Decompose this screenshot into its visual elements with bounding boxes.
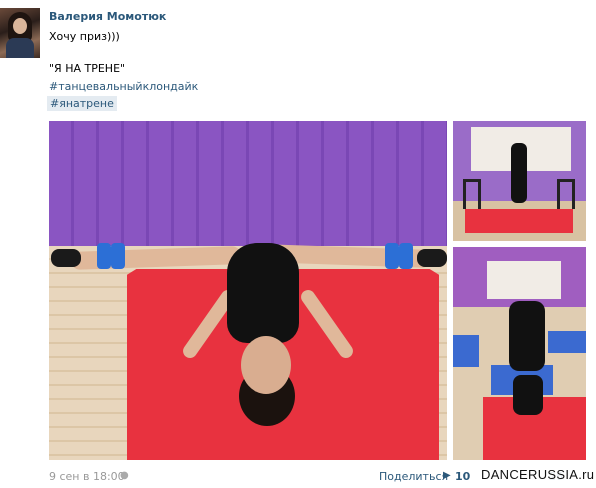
photo-figure xyxy=(511,143,527,203)
photo-mat xyxy=(465,209,573,233)
photo-blue-mat xyxy=(453,335,479,367)
photo-torso xyxy=(227,243,299,343)
author-avatar[interactable] xyxy=(0,8,40,58)
watermark: DANCERUSSIA.ru xyxy=(481,467,595,482)
apple-icon: ● xyxy=(120,470,129,481)
share-count: 10 xyxy=(455,470,471,483)
photo-shoe xyxy=(417,249,447,267)
side-photo-2[interactable] xyxy=(453,247,586,460)
photo-band xyxy=(399,243,413,269)
megaphone-icon[interactable]: ▶ xyxy=(443,470,451,481)
hashtag-link[interactable]: #танцевальныйклондайк xyxy=(49,80,198,93)
photo-band xyxy=(111,243,125,269)
photo-head xyxy=(241,336,291,394)
photo-banner xyxy=(487,261,561,299)
avatar-body xyxy=(6,38,34,58)
photo-chair xyxy=(463,179,481,209)
post-date-link[interactable]: 9 сен в 18:00 xyxy=(49,470,125,483)
main-photo[interactable] xyxy=(49,121,447,460)
photo-figure xyxy=(509,301,545,371)
photo-wall xyxy=(49,121,447,246)
photo-band xyxy=(385,243,399,269)
photo-chair xyxy=(557,179,575,209)
hashtag-link-highlighted[interactable]: #янатрене xyxy=(47,96,117,111)
author-name-link[interactable]: Валерия Момотюк xyxy=(49,10,166,23)
post-footer: 9 сен в 18:00 ● Поделиться ▶ 10 26 DANCE… xyxy=(49,467,596,484)
post-text-line: Хочу приз))) xyxy=(49,30,120,43)
side-photo-1[interactable] xyxy=(453,121,586,241)
avatar-face xyxy=(13,18,27,34)
post-text-line: "Я НА ТРЕНЕ" xyxy=(49,62,126,75)
photo-shoe xyxy=(51,249,81,267)
photo-figure xyxy=(513,375,543,415)
photo-band xyxy=(97,243,111,269)
photo-blue-mat xyxy=(548,331,586,353)
share-button[interactable]: Поделиться xyxy=(379,470,448,483)
